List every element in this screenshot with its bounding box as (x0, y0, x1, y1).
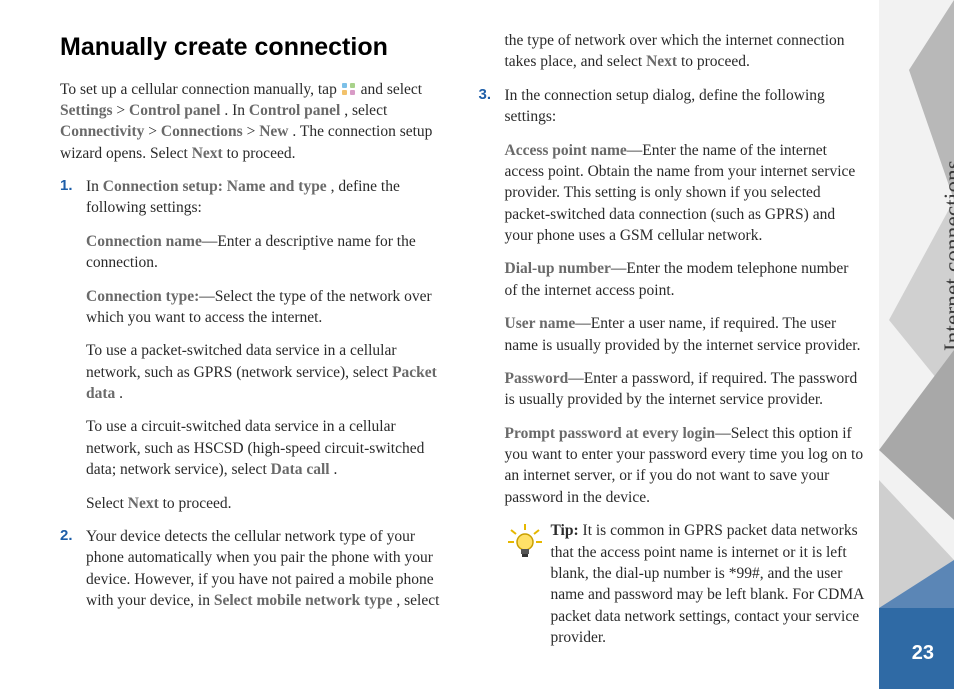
side-tab-label: Internet connections (940, 160, 954, 351)
kw-control-panel: Control panel (129, 102, 220, 119)
kw-password: Password (505, 370, 569, 387)
kw-new: New (259, 123, 288, 140)
kw-prompt-password: Prompt password at every login (505, 425, 716, 442)
kw-dial-up-number: Dial-up number (505, 260, 611, 277)
kw-connection-name: Connection name (86, 233, 202, 250)
page-number: 23 (912, 642, 934, 665)
step-1: In Connection setup: Name and type , def… (60, 176, 447, 514)
content-body: Manually create connection To set up a c… (60, 30, 865, 655)
lightbulb-icon (505, 522, 545, 568)
kw-connectivity: Connectivity (60, 123, 144, 140)
kw-connections: Connections (161, 123, 243, 140)
kw-settings: Settings (60, 102, 113, 119)
step-3: In the connection setup dialog, define t… (479, 85, 866, 649)
page-title: Manually create connection (60, 30, 447, 65)
kw-data-call: Data call (271, 461, 330, 478)
tip-block: Tip: It is common in GPRS packet data ne… (505, 520, 866, 648)
kw-user-name: User name (505, 315, 576, 332)
app-grid-icon (341, 81, 357, 95)
kw-access-point-name: Access point name (505, 142, 627, 159)
kw-connection-type: Connection type: (86, 288, 199, 305)
manual-page: Internet connections 23 Manually create … (0, 0, 954, 689)
tip-label: Tip: (551, 522, 579, 539)
kw-select-mobile-network-type: Select mobile network type (214, 592, 393, 609)
kw-next: Next (192, 145, 223, 162)
intro-paragraph: To set up a cellular connection manually… (60, 79, 447, 165)
